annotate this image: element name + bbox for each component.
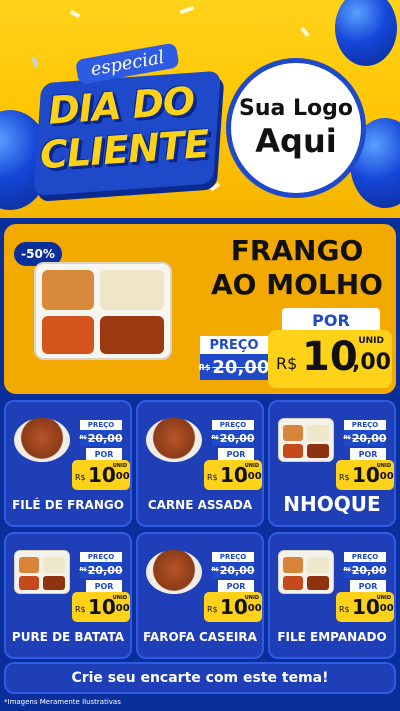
logo-line-1: Sua Logo (238, 96, 353, 121)
preco-label: PREÇO (212, 420, 254, 430)
product-name: FILE EMPANADO (277, 630, 387, 644)
new-price-decimal: ,00 (112, 471, 130, 482)
preco-label: PREÇO (80, 420, 122, 430)
old-price-currency: R$ (79, 567, 87, 573)
new-price-decimal: ,00 (244, 603, 262, 614)
product-card[interactable]: PREÇO R$ 20,00 POR UNID R$ 10 ,00 NHOQUE (268, 400, 396, 527)
por-label: POR (218, 448, 254, 460)
product-name: FAROFA CASEIRA (143, 630, 257, 644)
disclaimer-text: *Imagens Meramente Ilustrativas (4, 698, 121, 706)
product-food-image (14, 550, 70, 594)
new-price-currency: R$ (276, 354, 298, 373)
preco-label: PREÇO (80, 552, 122, 562)
new-price-decimal: ,00 (244, 471, 262, 482)
new-price: UNID R$ 10 ,00 (72, 460, 130, 490)
header-banner: especial DIA DO CLIENTE Sua Logo Aqui (0, 0, 400, 218)
old-price: R$ 20,00 (343, 562, 387, 578)
old-price-currency: R$ (211, 435, 219, 441)
new-price: UNID R$ 10 ,00 (72, 592, 130, 622)
dia-do-cliente-badge: especial DIA DO CLIENTE (17, 42, 221, 197)
preco-label: PREÇO (344, 420, 386, 430)
old-price: R$ 20,00 (79, 430, 123, 446)
new-price-currency: R$ (339, 473, 350, 482)
featured-name-line-1: FRANGO (230, 234, 364, 267)
new-price-currency: R$ (339, 605, 350, 614)
product-name: NHOQUE (283, 492, 381, 516)
new-price-currency: R$ (75, 473, 86, 482)
old-price-value: 20,00 (212, 356, 270, 378)
new-price-decimal: ,00 (112, 603, 130, 614)
old-price-value: 20,00 (219, 431, 255, 445)
new-price-currency: R$ (75, 605, 86, 614)
old-price: R$ 20,00 (79, 562, 123, 578)
featured-name-line-2: AO MOLHO (211, 268, 383, 301)
por-label: POR (350, 580, 386, 592)
product-card[interactable]: PREÇO R$ 20,00 POR UNID R$ 10 ,00 FAROFA… (136, 532, 264, 659)
por-label: POR (218, 580, 254, 592)
preco-label: PREÇO (212, 552, 254, 562)
new-price-decimal: ,00 (376, 603, 394, 614)
product-food-image (278, 550, 334, 594)
old-price-currency: R$ (198, 362, 211, 372)
food-compartment (100, 316, 164, 354)
old-price-value: 20,00 (351, 563, 387, 577)
old-price-currency: R$ (343, 567, 351, 573)
confetti-decoration (300, 26, 310, 38)
new-price-currency: R$ (207, 605, 218, 614)
product-card[interactable]: PREÇO R$ 20,00 POR UNID R$ 10 ,00 FILE E… (268, 532, 396, 659)
featured-offer: -50% FRANGO AO MOLHO PREÇO R$ 20,00 POR … (4, 224, 396, 394)
old-price-value: 20,00 (219, 563, 255, 577)
old-price: R$ 20,00 (198, 354, 270, 380)
featured-product-name: FRANGO AO MOLHO (204, 234, 390, 302)
por-label: POR (282, 308, 380, 332)
old-price-currency: R$ (211, 567, 219, 573)
cta-banner[interactable]: Crie seu encarte com este tema! (4, 662, 396, 694)
old-price-currency: R$ (343, 435, 351, 441)
product-name: CARNE ASSADA (147, 498, 253, 512)
food-compartment (42, 316, 94, 354)
new-price-decimal: ,00 (376, 471, 394, 482)
preco-label: PREÇO (344, 552, 386, 562)
balloon-decoration (335, 0, 397, 66)
new-price-currency: R$ (207, 473, 218, 482)
new-price: UNID R$ 10 ,00 (268, 330, 392, 388)
product-food-image (14, 418, 70, 462)
preco-label: PREÇO (200, 336, 268, 354)
featured-food-image (34, 262, 172, 360)
por-label: POR (86, 448, 122, 460)
old-price-value: 20,00 (351, 431, 387, 445)
logo-placeholder: Sua Logo Aqui (226, 58, 366, 198)
old-price-value: 20,00 (87, 431, 123, 445)
old-price: R$ 20,00 (343, 430, 387, 446)
food-compartment (42, 270, 94, 310)
old-price: R$ 20,00 (211, 430, 255, 446)
confetti-decoration (69, 9, 81, 19)
new-price: UNID R$ 10 ,00 (204, 460, 262, 490)
old-price-value: 20,00 (87, 563, 123, 577)
product-food-image (146, 418, 202, 462)
new-price-integer: 10 (302, 334, 358, 380)
product-card[interactable]: PREÇO R$ 20,00 POR UNID R$ 10 ,00 CARNE … (136, 400, 264, 527)
confetti-decoration (209, 182, 221, 192)
confetti-decoration (179, 5, 195, 15)
old-price-currency: R$ (79, 435, 87, 441)
new-price-decimal: ,00 (352, 350, 391, 375)
product-card[interactable]: PREÇO R$ 20,00 POR UNID R$ 10 ,00 PURE D… (4, 532, 132, 659)
product-food-image (146, 550, 202, 594)
product-food-image (278, 418, 334, 462)
product-name: PURE DE BATATA (11, 630, 125, 644)
por-label: POR (86, 580, 122, 592)
por-label: POR (350, 448, 386, 460)
new-price: UNID R$ 10 ,00 (336, 460, 394, 490)
product-name: FILÉ DE FRANGO (12, 498, 124, 512)
unid-label: UNID (358, 336, 384, 346)
product-card[interactable]: PREÇO R$ 20,00 POR UNID R$ 10 ,00 FILÉ D… (4, 400, 132, 527)
new-price: UNID R$ 10 ,00 (336, 592, 394, 622)
food-compartment (100, 270, 164, 310)
logo-line-2: Aqui (255, 122, 337, 160)
new-price: UNID R$ 10 ,00 (204, 592, 262, 622)
old-price: R$ 20,00 (211, 562, 255, 578)
